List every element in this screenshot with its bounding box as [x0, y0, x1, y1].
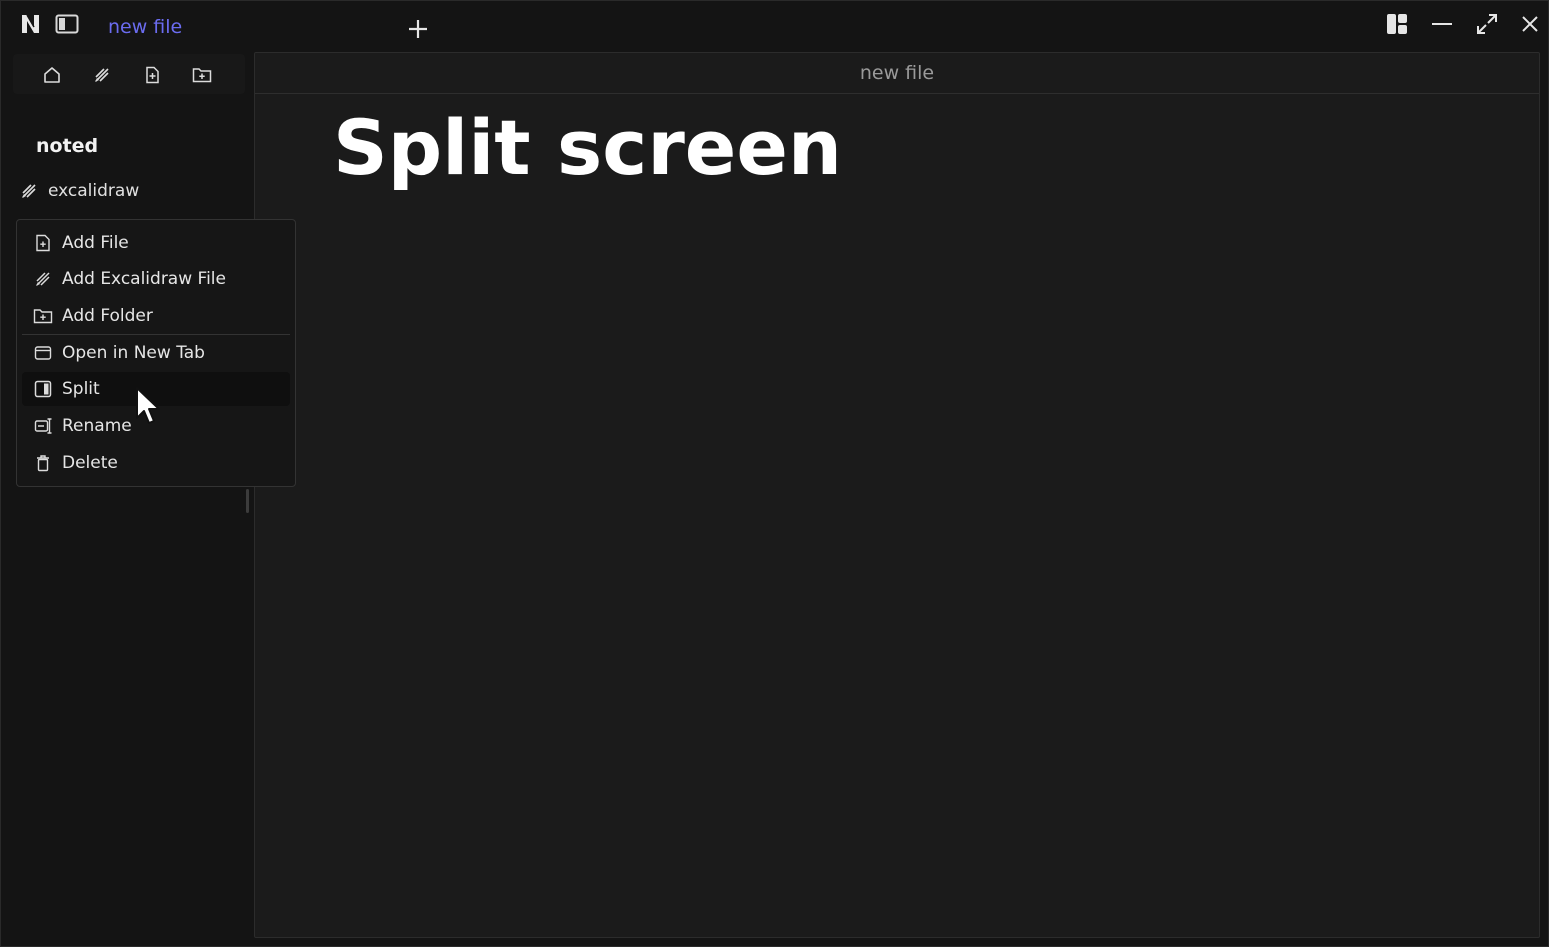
folder-plus-icon — [33, 306, 53, 326]
excalidraw-icon — [33, 269, 53, 289]
maximize-icon[interactable] — [1474, 12, 1500, 36]
context-menu: Add File Add Excalidraw File Add Folder — [16, 219, 296, 487]
menu-item-add-file[interactable]: Add File — [22, 226, 290, 260]
rename-icon — [33, 416, 53, 436]
tab-new-file[interactable]: new file — [108, 16, 182, 38]
menu-item-label: Delete — [62, 453, 118, 473]
sidebar-toggle-icon[interactable] — [55, 13, 79, 35]
title-bar: new file — [1, 1, 1548, 49]
menu-item-add-folder[interactable]: Add Folder — [22, 299, 290, 333]
editor-file-title: new file — [255, 53, 1539, 94]
layout-icon[interactable] — [1384, 12, 1410, 36]
sidebar: noted excalidraw — [1, 49, 253, 946]
minimize-icon[interactable] — [1429, 13, 1455, 35]
menu-item-label: Add Folder — [62, 306, 153, 326]
plus-icon[interactable] — [405, 16, 431, 42]
menu-item-delete[interactable]: Delete — [22, 446, 290, 480]
close-icon[interactable] — [1518, 12, 1542, 36]
noted-logo-icon — [18, 12, 44, 36]
home-icon[interactable] — [41, 64, 63, 86]
document-heading[interactable]: Split screen — [333, 103, 842, 192]
menu-item-open-in-new-tab[interactable]: Open in New Tab — [22, 336, 290, 370]
menu-item-label: Rename — [62, 416, 132, 436]
tab-icon — [33, 343, 53, 363]
new-file-icon[interactable] — [141, 64, 163, 86]
tree-item-excalidraw[interactable]: excalidraw — [20, 179, 139, 203]
excalidraw-icon — [20, 182, 38, 200]
menu-item-label: Add Excalidraw File — [62, 269, 226, 289]
excalidraw-icon[interactable] — [91, 64, 113, 86]
menu-item-label: Split — [62, 379, 100, 399]
mouse-cursor-icon — [134, 386, 164, 428]
menu-item-label: Open in New Tab — [62, 343, 205, 363]
tree-item-label: excalidraw — [48, 181, 140, 201]
menu-item-label: Add File — [62, 233, 129, 253]
file-plus-icon — [33, 233, 53, 253]
vault-name: noted — [36, 135, 99, 157]
trash-icon — [33, 453, 53, 473]
menu-item-add-excalidraw-file[interactable]: Add Excalidraw File — [22, 262, 290, 296]
app-window: new file noted excalidraw new file Split… — [0, 0, 1549, 947]
menu-divider — [22, 334, 290, 335]
sidebar-toolbar — [13, 54, 245, 94]
new-folder-icon[interactable] — [191, 64, 213, 86]
split-icon — [33, 379, 53, 399]
sidebar-scrollbar[interactable] — [246, 489, 249, 513]
editor-pane[interactable]: new file Split screen — [254, 52, 1540, 938]
